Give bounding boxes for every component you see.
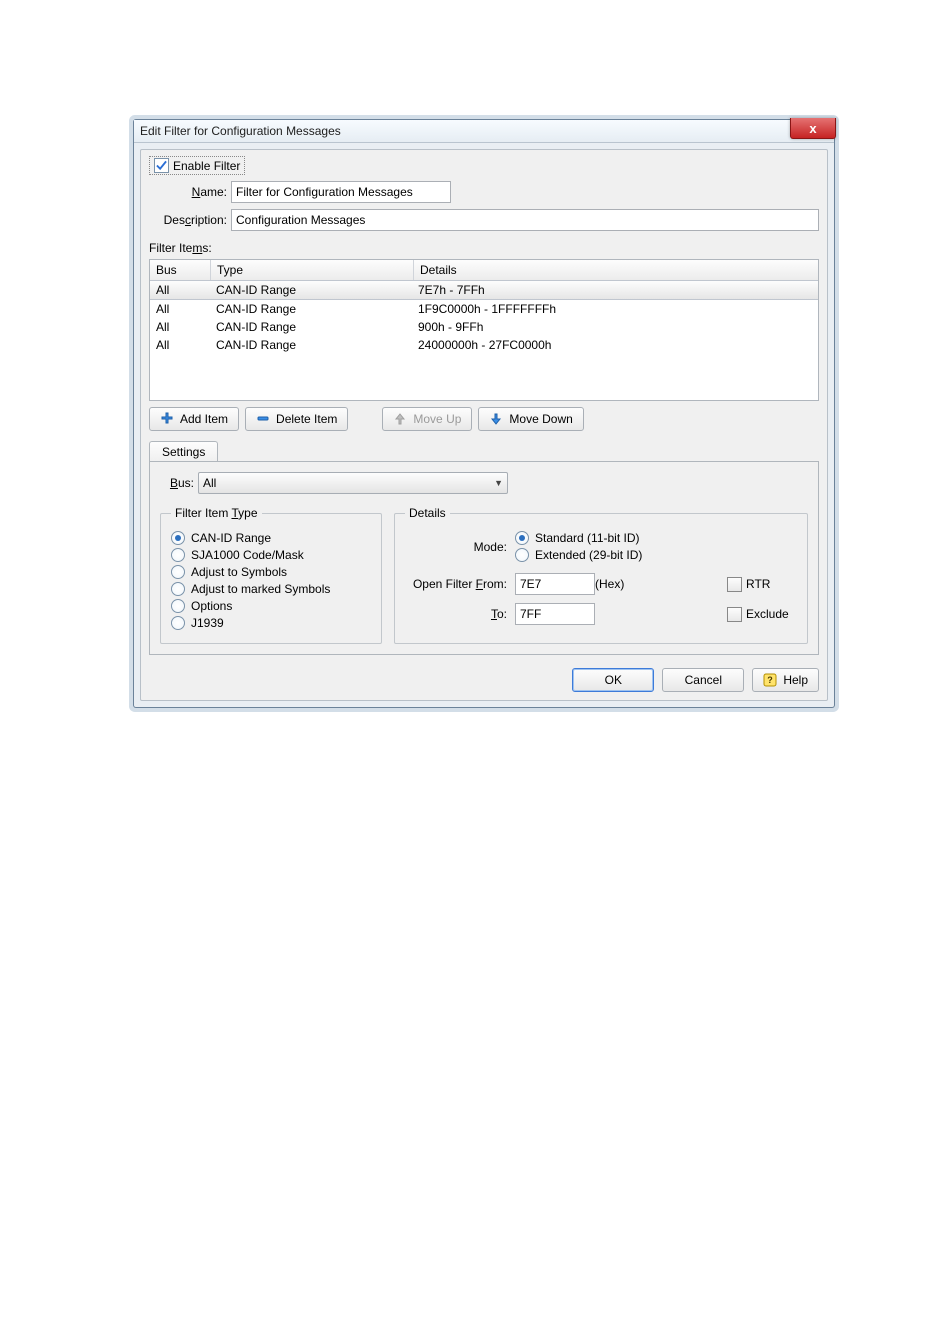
plus-icon: [160, 412, 174, 426]
filter-items-list[interactable]: Bus Type Details AllCAN-ID Range7E7h - 7…: [149, 259, 819, 401]
dialog-window: Edit Filter for Configuration Messages x…: [134, 120, 834, 707]
table-row[interactable]: AllCAN-ID Range1F9C0000h - 1FFFFFFFh: [150, 300, 818, 318]
settings-panel: Bus: All ▼ Filter Item Type CAN-ID Range…: [149, 461, 819, 655]
mode-label: Mode:: [474, 540, 515, 554]
arrow-up-icon: [393, 412, 407, 426]
radio-icon: [171, 565, 185, 579]
close-button[interactable]: x: [790, 118, 836, 139]
title-bar: Edit Filter for Configuration Messages x: [134, 120, 834, 143]
to-input[interactable]: [515, 603, 595, 625]
move-up-button[interactable]: Move Up: [382, 407, 472, 431]
ok-button[interactable]: OK: [572, 668, 654, 692]
bus-dropdown[interactable]: All ▼: [198, 472, 508, 494]
grid-header: Bus Type Details: [150, 260, 818, 280]
filter-item-type-legend: Filter Item Type: [171, 506, 262, 520]
radio-icon: [515, 548, 529, 562]
from-input[interactable]: [515, 573, 595, 595]
filter-type-radio[interactable]: Options: [171, 599, 371, 613]
filter-type-radio[interactable]: J1939: [171, 616, 371, 630]
description-label: Description:: [149, 213, 231, 227]
close-icon: x: [809, 121, 816, 136]
radio-icon: [171, 599, 185, 613]
minus-icon: [256, 412, 270, 426]
radio-icon: [171, 616, 185, 630]
radio-icon: [171, 531, 185, 545]
col-details[interactable]: Details: [414, 260, 818, 280]
mode-standard-radio[interactable]: Standard (11-bit ID): [515, 531, 797, 545]
filter-type-radio[interactable]: Adjust to Symbols: [171, 565, 371, 579]
radio-icon: [171, 548, 185, 562]
filter-type-radio[interactable]: SJA1000 Code/Mask: [171, 548, 371, 562]
help-icon: ?: [763, 673, 777, 687]
col-bus[interactable]: Bus: [150, 260, 211, 280]
delete-item-button[interactable]: Delete Item: [245, 407, 348, 431]
mode-extended-radio[interactable]: Extended (29-bit ID): [515, 548, 797, 562]
bus-label: Bus:: [160, 476, 198, 490]
table-row[interactable]: AllCAN-ID Range7E7h - 7FFh: [150, 280, 818, 300]
from-label: Open Filter From:: [413, 577, 515, 591]
checkmark-icon: [154, 158, 169, 173]
filter-type-radio[interactable]: CAN-ID Range: [171, 531, 371, 545]
window-title: Edit Filter for Configuration Messages: [140, 124, 828, 138]
details-group: Details Mode: Standard (11-bit ID): [394, 506, 808, 644]
description-input[interactable]: [231, 209, 819, 231]
details-legend: Details: [405, 506, 450, 520]
table-row[interactable]: AllCAN-ID Range900h - 9FFh: [150, 318, 818, 336]
svg-text:?: ?: [768, 675, 774, 685]
filter-item-type-group: Filter Item Type CAN-ID Range SJA1000 Cod…: [160, 506, 382, 644]
to-label: To:: [491, 607, 515, 621]
arrow-down-icon: [489, 412, 503, 426]
move-down-button[interactable]: Move Down: [478, 407, 583, 431]
cancel-button[interactable]: Cancel: [662, 668, 744, 692]
exclude-checkbox[interactable]: Exclude: [727, 607, 797, 622]
table-row[interactable]: AllCAN-ID Range24000000h - 27FC0000h: [150, 336, 818, 354]
enable-filter-label: Enable Filter: [173, 159, 240, 173]
radio-icon: [171, 582, 185, 596]
name-label: Name:: [149, 185, 231, 199]
help-button[interactable]: ? Help: [752, 668, 819, 692]
tab-settings[interactable]: Settings: [149, 441, 218, 462]
enable-filter-checkbox[interactable]: Enable Filter: [149, 156, 245, 175]
filter-items-label: Filter Items:: [149, 241, 819, 255]
hex-label: (Hex): [595, 577, 697, 591]
col-type[interactable]: Type: [211, 260, 414, 280]
filter-type-radio[interactable]: Adjust to marked Symbols: [171, 582, 371, 596]
name-input[interactable]: [231, 181, 451, 203]
chevron-down-icon: ▼: [494, 478, 503, 488]
radio-icon: [515, 531, 529, 545]
rtr-checkbox[interactable]: RTR: [727, 577, 797, 592]
add-item-button[interactable]: Add Item: [149, 407, 239, 431]
